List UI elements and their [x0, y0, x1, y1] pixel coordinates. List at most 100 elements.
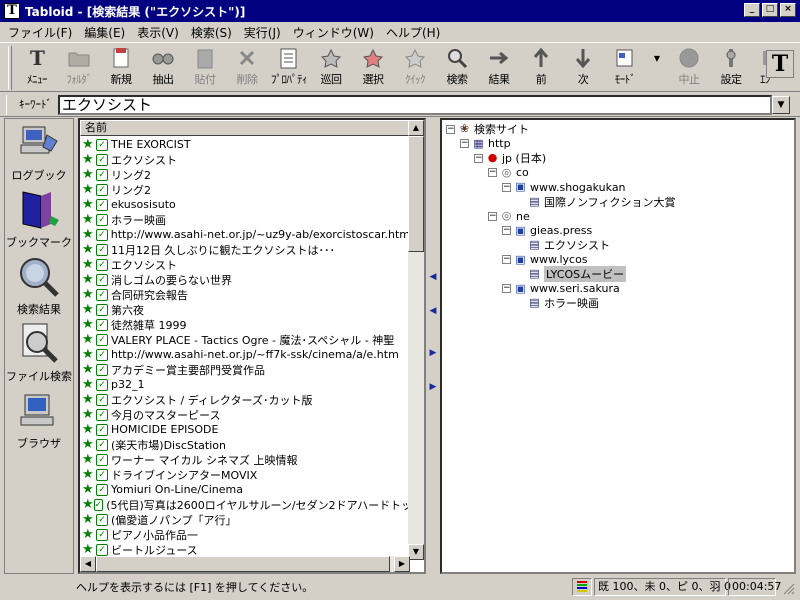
- toolbar-result-button[interactable]: 結果: [478, 43, 520, 89]
- list-item[interactable]: ★ ✓ ホラー映画: [80, 212, 410, 227]
- collapse-toggle-icon[interactable]: −: [502, 255, 511, 264]
- mode-dropdown-button[interactable]: ▼: [646, 43, 668, 89]
- menu-run[interactable]: 実行(J): [238, 24, 287, 41]
- collapse-toggle-icon[interactable]: −: [502, 182, 511, 192]
- list-item[interactable]: ★ ✓ VALERY PLACE - Tactics Ogre - 魔法･スペシャル…: [80, 332, 410, 347]
- toolbar-delete-button[interactable]: 削除: [226, 43, 268, 89]
- scroll-left-button[interactable]: ◀: [80, 556, 96, 572]
- list-item[interactable]: ★ ✓ エクソシスト / ディレクターズ･カット版: [80, 392, 410, 407]
- list-item[interactable]: ★ ✓ (5代目)写真は2600ロイヤルサルーン/セダン2ドアハードトップに4: [80, 497, 410, 512]
- scroll-down-button[interactable]: ▼: [408, 544, 424, 560]
- list-item[interactable]: ★ ✓ 合同研究会報告: [80, 287, 410, 302]
- toolbar-select-button[interactable]: 選択: [352, 43, 394, 89]
- menu-help[interactable]: ヘルプ(H): [380, 24, 446, 41]
- collapse-toggle-icon[interactable]: −: [474, 153, 483, 163]
- sidebar-item-browser[interactable]: ブラウザ: [5, 387, 73, 454]
- tree-node[interactable]: − ▣ gieas.press: [502, 224, 592, 238]
- list-item[interactable]: ★ ✓ (楽天市場)DiscStation: [80, 437, 410, 452]
- list-item[interactable]: ★ ✓ (偏愛道ノパンプ「ア行」: [80, 512, 410, 527]
- collapse-left-icon[interactable]: ◀: [429, 270, 437, 284]
- list-item[interactable]: ★ ✓ エクソシスト: [80, 152, 410, 167]
- maximize-button[interactable]: □: [762, 3, 778, 17]
- list-item[interactable]: ★ ✓ ビートルジュース: [80, 542, 410, 557]
- list-item[interactable]: ★ ✓ Yomiuri On-Line/Cinema: [80, 482, 410, 497]
- toolbar-folder-button[interactable]: ﾌｫﾙﾀﾞ: [58, 43, 100, 89]
- collapse-toggle-icon[interactable]: −: [502, 284, 511, 293]
- toolbar-properties-button[interactable]: ﾌﾟﾛﾊﾟﾃｨ: [268, 43, 310, 89]
- toolbar-extract-button[interactable]: 抽出: [142, 43, 184, 89]
- results-list[interactable]: 名前 ★ ✓ THE EXORCIST ★ ✓ エクソシスト ★ ✓ リング2 ★ ✓ リング2 ★ ✓ e…: [78, 118, 426, 574]
- horizontal-scrollbar[interactable]: ◀ ▶: [80, 556, 410, 572]
- expand-right-icon[interactable]: ▶: [429, 380, 437, 394]
- menu-search[interactable]: 検索(S): [185, 24, 238, 41]
- list-item[interactable]: ★ ✓ p32_1: [80, 377, 410, 392]
- list-item[interactable]: ★ ✓ 消しゴムの要らない世界: [80, 272, 410, 287]
- keyword-dropdown-button[interactable]: ▼: [772, 96, 790, 114]
- tree-node[interactable]: − ▣ www.seri.sakura: [502, 282, 620, 296]
- toolbar-search-button[interactable]: 検索: [436, 43, 478, 89]
- tree-node[interactable]: − ▣ www.shogakukan: [502, 180, 626, 194]
- toolbar-settings-button[interactable]: 設定: [710, 43, 752, 89]
- list-item[interactable]: ★ ✓ 徒然雑草 1999: [80, 317, 410, 332]
- collapse-toggle-icon[interactable]: −: [488, 211, 497, 221]
- toolbar-patrol-button[interactable]: 巡回: [310, 43, 352, 89]
- tree-node[interactable]: − ◎ ne: [488, 209, 530, 223]
- collapse-toggle-icon[interactable]: −: [446, 124, 455, 134]
- list-item[interactable]: ★ ✓ ekusosisuto: [80, 197, 410, 212]
- app-icon[interactable]: T: [4, 3, 20, 19]
- toolbar-next-button[interactable]: 次: [562, 43, 604, 89]
- list-item[interactable]: ★ ✓ THE EXORCIST: [80, 137, 410, 152]
- scroll-thumb[interactable]: [408, 136, 424, 252]
- tree-node[interactable]: ▤ 国際ノンフィクション大賞: [516, 195, 675, 209]
- tree-node[interactable]: − ❀ 検索サイト: [446, 122, 529, 136]
- vertical-scrollbar[interactable]: ▲ ▼: [408, 120, 424, 560]
- tree-node[interactable]: ▤ LYCOSムービー: [516, 266, 627, 282]
- keyword-input[interactable]: エクソシスト: [58, 95, 772, 115]
- resize-grip[interactable]: [780, 580, 796, 596]
- pane-splitter[interactable]: ◀ ◀ ▶ ▶: [427, 118, 439, 574]
- list-item[interactable]: ★ ✓ 11月12日 久しぶりに観たエクソシストは･･･: [80, 242, 410, 257]
- menu-edit[interactable]: 編集(E): [78, 24, 131, 41]
- list-item[interactable]: ★ ✓ リング2: [80, 167, 410, 182]
- toolbar-grip[interactable]: [8, 46, 12, 90]
- menu-file[interactable]: ファイル(F): [2, 24, 78, 41]
- sidebar-item-logbook[interactable]: ログブック: [5, 119, 73, 186]
- column-header-name[interactable]: 名前: [80, 120, 410, 136]
- list-item[interactable]: ★ ✓ 今月のマスターピース: [80, 407, 410, 422]
- list-item[interactable]: ★ ✓ アカデミー賞主要部門受賞作品: [80, 362, 410, 377]
- list-item[interactable]: ★ ✓ http://www.asahi-net.or.jp/~uz9y-ab/ex…: [80, 227, 410, 242]
- sidebar-item-search-results[interactable]: 検索結果: [5, 253, 73, 320]
- toolbar-prev-button[interactable]: 前: [520, 43, 562, 89]
- title-bar[interactable]: T Tabloid - [検索結果 ("エクソシスト")] _ □ ×: [0, 0, 800, 22]
- list-item[interactable]: ★ ✓ ピアノ小品作品一: [80, 527, 410, 542]
- toolbar-stop-button[interactable]: 中止: [668, 43, 710, 89]
- list-item[interactable]: ★ ✓ エクソシスト: [80, 257, 410, 272]
- list-item[interactable]: ★ ✓ 第六夜: [80, 302, 410, 317]
- collapse-toggle-icon[interactable]: −: [488, 168, 497, 177]
- list-item[interactable]: ★ ✓ リング2: [80, 182, 410, 197]
- site-tree[interactable]: − ❀ 検索サイト − ▦ http − ● jp (日本) − ◎ co − ▣ www.shogakuk…: [440, 118, 796, 574]
- list-item[interactable]: ★ ✓ http://www.asahi-net.or.jp/~ff7k-ssk/c…: [80, 347, 410, 362]
- list-item[interactable]: ★ ✓ ドライブインシアターMOVIX: [80, 467, 410, 482]
- tree-node[interactable]: − ◎ co: [488, 166, 529, 180]
- tree-node[interactable]: − ● jp (日本): [474, 151, 546, 165]
- toolbar-new-button[interactable]: 新規: [100, 43, 142, 89]
- expand-right-icon[interactable]: ▶: [429, 346, 437, 360]
- tree-node[interactable]: − ▣ www.lycos: [502, 253, 588, 267]
- toolbar-quick-button[interactable]: ｸｲｯｸ: [394, 43, 436, 89]
- close-button[interactable]: ×: [780, 3, 796, 17]
- scroll-right-button[interactable]: ▶: [394, 556, 410, 572]
- tree-node[interactable]: ▤ エクソシスト: [516, 238, 610, 253]
- collapse-toggle-icon[interactable]: −: [502, 226, 511, 235]
- list-item[interactable]: ★ ✓ HOMICIDE EPISODE: [80, 422, 410, 437]
- list-item[interactable]: ★ ✓ ワーナー マイカル シネマズ 上映情報: [80, 452, 410, 467]
- hscroll-thumb[interactable]: [96, 556, 390, 572]
- sidebar-item-bookmark[interactable]: ブックマーク: [5, 186, 73, 253]
- toolbar-mode-button[interactable]: ﾓｰﾄﾞ: [604, 43, 646, 89]
- toolbar-paste-button[interactable]: 貼付: [184, 43, 226, 89]
- menu-window[interactable]: ウィンドウ(W): [287, 24, 380, 41]
- collapse-toggle-icon[interactable]: −: [460, 139, 469, 148]
- minimize-button[interactable]: _: [744, 3, 760, 17]
- menu-view[interactable]: 表示(V): [131, 24, 185, 41]
- tree-node[interactable]: − ▦ http: [460, 137, 511, 151]
